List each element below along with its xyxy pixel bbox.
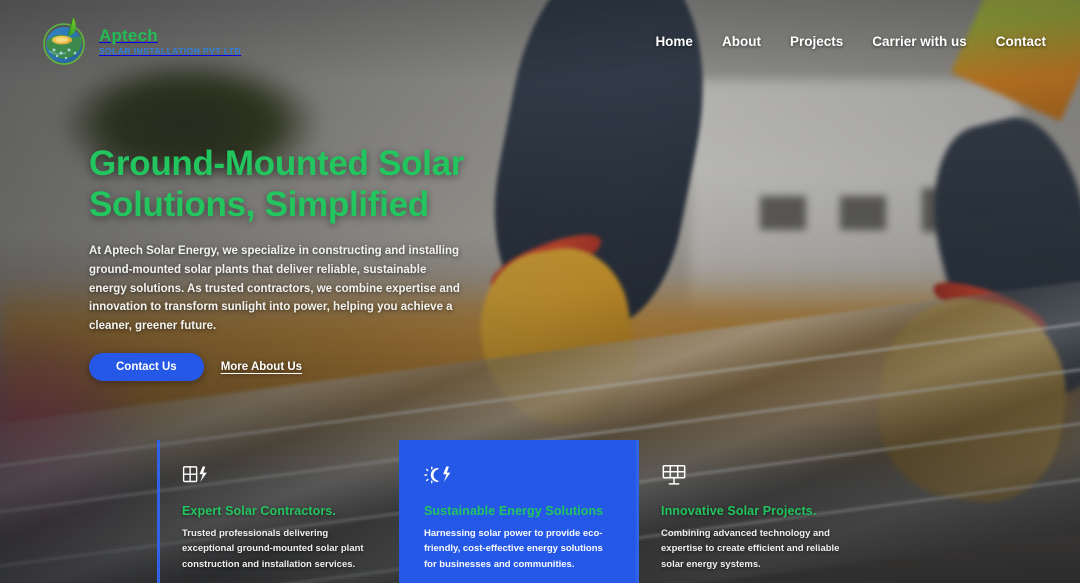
sun-bolt-icon xyxy=(424,462,450,488)
solar-leaf-globe-logo-icon xyxy=(38,15,90,67)
nav-item-contact[interactable]: Contact xyxy=(996,34,1046,49)
feature-cards: Expert Solar Contractors. Trusted profes… xyxy=(157,440,1080,583)
solar-array-stand-icon xyxy=(661,462,687,488)
solar-panel-bolt-icon xyxy=(182,462,208,488)
nav-item-carrier[interactable]: Carrier with us xyxy=(872,34,967,49)
feature-card-innovative-solar-projects[interactable]: Innovative Solar Projects. Combining adv… xyxy=(636,440,886,583)
hero-headline-line-1: Ground-Mounted Solar xyxy=(89,144,465,183)
hero-paragraph: At Aptech Solar Energy, we specialize in… xyxy=(89,245,460,333)
feature-card-description: Harnessing solar power to provide eco-fr… xyxy=(424,528,603,570)
main-navigation: Home About Projects Carrier with us Cont… xyxy=(655,34,1046,49)
nav-item-projects[interactable]: Projects xyxy=(790,34,843,49)
hero-headline: Ground-Mounted Solar Solutions, Simplifi… xyxy=(89,144,509,225)
feature-card-description: Combining advanced technology and expert… xyxy=(661,528,840,570)
nav-item-home[interactable]: Home xyxy=(655,34,693,49)
feature-card-expert-solar-contractors[interactable]: Expert Solar Contractors. Trusted profes… xyxy=(157,440,399,583)
hero-cta-row: Contact Us More About Us xyxy=(89,352,509,381)
brand-name: Aptech xyxy=(99,25,158,45)
feature-card-description: Trusted professionals delivering excepti… xyxy=(182,528,364,570)
site-header: Aptech SOLAR INSTALLATION PVT LTD Home A… xyxy=(0,0,1080,82)
hero-headline-line-2: Solutions, Simplified xyxy=(89,184,429,224)
brand-text: Aptech SOLAR INSTALLATION PVT LTD xyxy=(99,27,241,56)
hero-copy: Ground-Mounted Solar Solutions, Simplifi… xyxy=(89,144,509,381)
feature-card-title: Innovative Solar Projects. xyxy=(661,504,817,518)
brand-logo-link[interactable]: Aptech SOLAR INSTALLATION PVT LTD xyxy=(38,15,241,67)
feature-card-sustainable-energy-solutions[interactable]: Sustainable Energy Solutions Harnessing … xyxy=(399,440,636,583)
more-about-us-link[interactable]: More About Us xyxy=(221,361,302,373)
contact-us-button[interactable]: Contact Us xyxy=(89,352,204,381)
feature-card-title: Sustainable Energy Solutions xyxy=(424,504,604,518)
feature-card-title: Expert Solar Contractors. xyxy=(182,504,336,518)
brand-tagline: SOLAR INSTALLATION PVT LTD xyxy=(99,45,242,56)
nav-item-about[interactable]: About xyxy=(722,34,761,49)
hero-section: Aptech SOLAR INSTALLATION PVT LTD Home A… xyxy=(0,0,1080,583)
